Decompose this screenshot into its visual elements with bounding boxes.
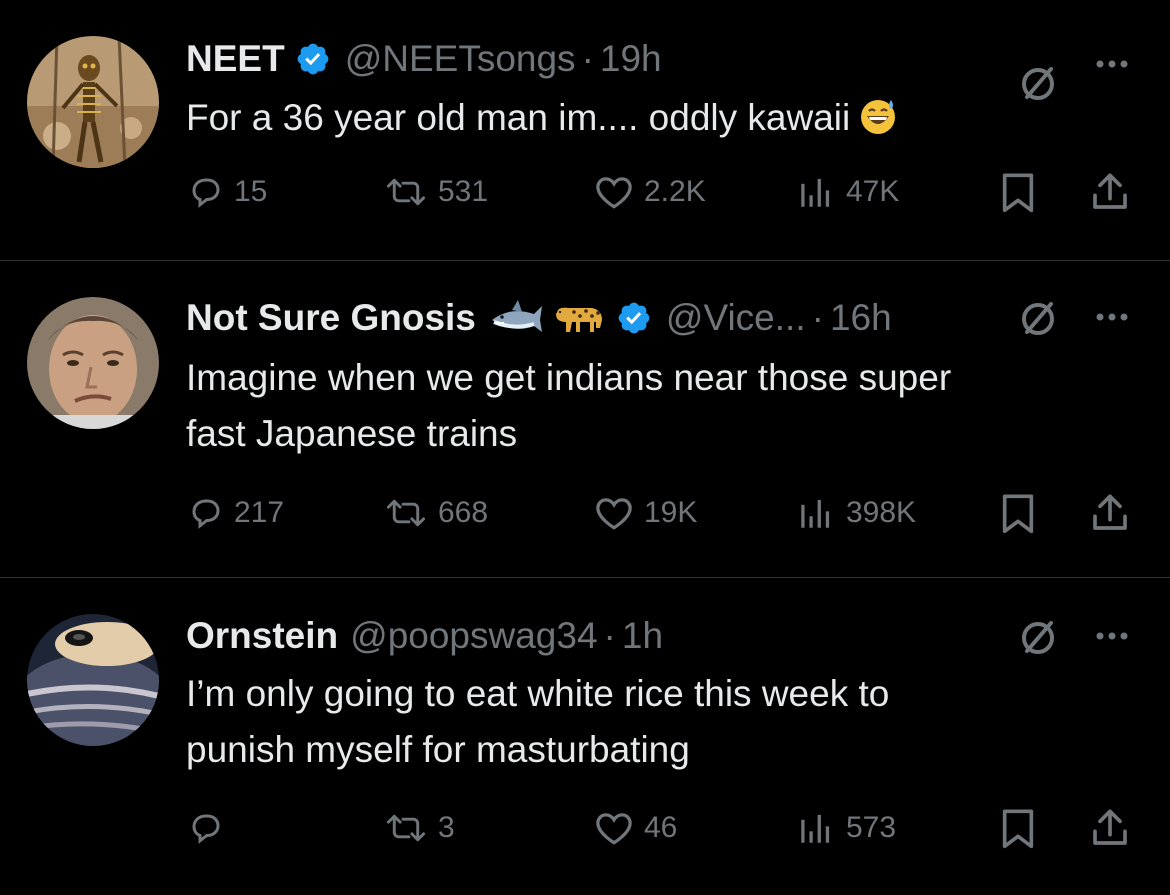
avatar[interactable] [27,36,159,168]
tweet[interactable]: Not Sure Gnosis @Vice... · 16h Imagine w… [0,261,1170,577]
tweet-header: Not Sure Gnosis @Vice... · 16h [186,293,892,343]
tweet[interactable]: Ornstein @poopswag34 · 1h I’m only going… [0,578,1170,895]
reply-count: 15 [234,175,268,208]
repost-icon [386,814,426,842]
share-icon[interactable] [1090,170,1130,214]
like-button[interactable]: 19K [594,491,697,535]
views-icon [801,178,830,207]
tweet-text: I’m only going to eat white rice this we… [186,666,1146,778]
tweet-text-line: punish myself for masturbating [186,729,690,770]
bookmark-icon[interactable] [998,806,1038,850]
avatar-image [27,614,159,746]
tweet-text-line: Imagine when we get indians near those s… [186,357,952,398]
grok-icon[interactable] [1018,618,1058,658]
tweet-text-line: fast Japanese trains [186,413,518,454]
heart-icon [596,177,632,209]
user-handle[interactable]: @poopswag34 [350,615,597,657]
views-button[interactable]: 47K [796,170,899,214]
repost-icon [386,178,426,206]
avatar-image [27,297,159,429]
heart-icon [596,813,632,845]
display-name[interactable]: Ornstein [186,615,338,657]
repost-count: 668 [438,496,489,529]
tweet-feed: NEET @NEETsongs · 19h For a 36 year old … [0,0,1170,895]
repost-count: 3 [438,811,455,844]
like-button[interactable]: 46 [594,806,677,850]
repost-button[interactable]: 3 [384,806,455,850]
separator-dot: · [811,297,824,338]
heart-icon [596,498,632,530]
views-icon [801,814,830,843]
like-count: 2.2K [644,175,706,208]
like-count: 19K [644,496,698,529]
tweet-text: For a 36 year old man im.... oddly kawai… [186,90,1146,146]
reply-button[interactable]: 217 [188,491,284,535]
more-icon[interactable] [1092,44,1132,84]
reply-icon [192,499,220,529]
share-icon[interactable] [1090,491,1130,535]
grinning-sweat-emoji-icon [861,100,896,134]
reply-count: 217 [234,496,285,529]
display-name[interactable]: NEET [186,38,285,80]
avatar[interactable] [27,297,159,429]
more-icon[interactable] [1092,297,1132,337]
grok-icon[interactable] [1018,299,1058,339]
display-name[interactable]: Not Sure Gnosis [186,297,476,339]
repost-icon [386,499,426,527]
repost-count: 531 [438,175,489,208]
timestamp[interactable]: 16h [830,297,892,339]
separator-dot: · [581,38,594,79]
timestamp[interactable]: 19h [600,38,662,80]
repost-button[interactable]: 668 [384,491,488,535]
verified-badge-icon[interactable] [295,41,331,77]
view-count: 47K [846,175,900,208]
views-button[interactable]: 398K [796,491,916,535]
view-count: 398K [846,496,917,529]
bookmark-icon[interactable] [998,491,1038,535]
avatar-image [27,36,159,168]
bookmark-icon[interactable] [998,170,1038,214]
separator-dot: · [603,615,616,656]
tweet[interactable]: NEET @NEETsongs · 19h For a 36 year old … [0,0,1170,260]
repost-button[interactable]: 531 [384,170,488,214]
tweet-text-line: For a 36 year old man im.... oddly kawai… [186,97,851,138]
tweet-header: NEET @NEETsongs · 19h [186,34,662,84]
user-handle[interactable]: @NEETsongs [345,38,576,80]
tweet-text: Imagine when we get indians near those s… [186,350,1146,462]
reply-button[interactable] [188,806,234,850]
tweet-text-line: I’m only going to eat white rice this we… [186,673,890,714]
avatar[interactable] [27,614,159,746]
timestamp[interactable]: 1h [622,615,663,657]
like-count: 46 [644,811,678,844]
share-icon[interactable] [1090,806,1130,850]
reply-icon [192,814,220,844]
views-icon [801,499,830,528]
more-icon[interactable] [1092,616,1132,656]
shark-emoji-icon [491,300,542,332]
like-button[interactable]: 2.2K [594,170,706,214]
user-handle[interactable]: @Vice... [666,297,806,339]
reply-button[interactable]: 15 [188,170,267,214]
view-count: 573 [846,811,897,844]
views-button[interactable]: 573 [796,806,896,850]
leopard-emoji-icon [555,307,602,332]
verified-badge-icon[interactable] [616,300,652,336]
tweet-header: Ornstein @poopswag34 · 1h [186,611,663,661]
reply-icon [192,178,220,208]
